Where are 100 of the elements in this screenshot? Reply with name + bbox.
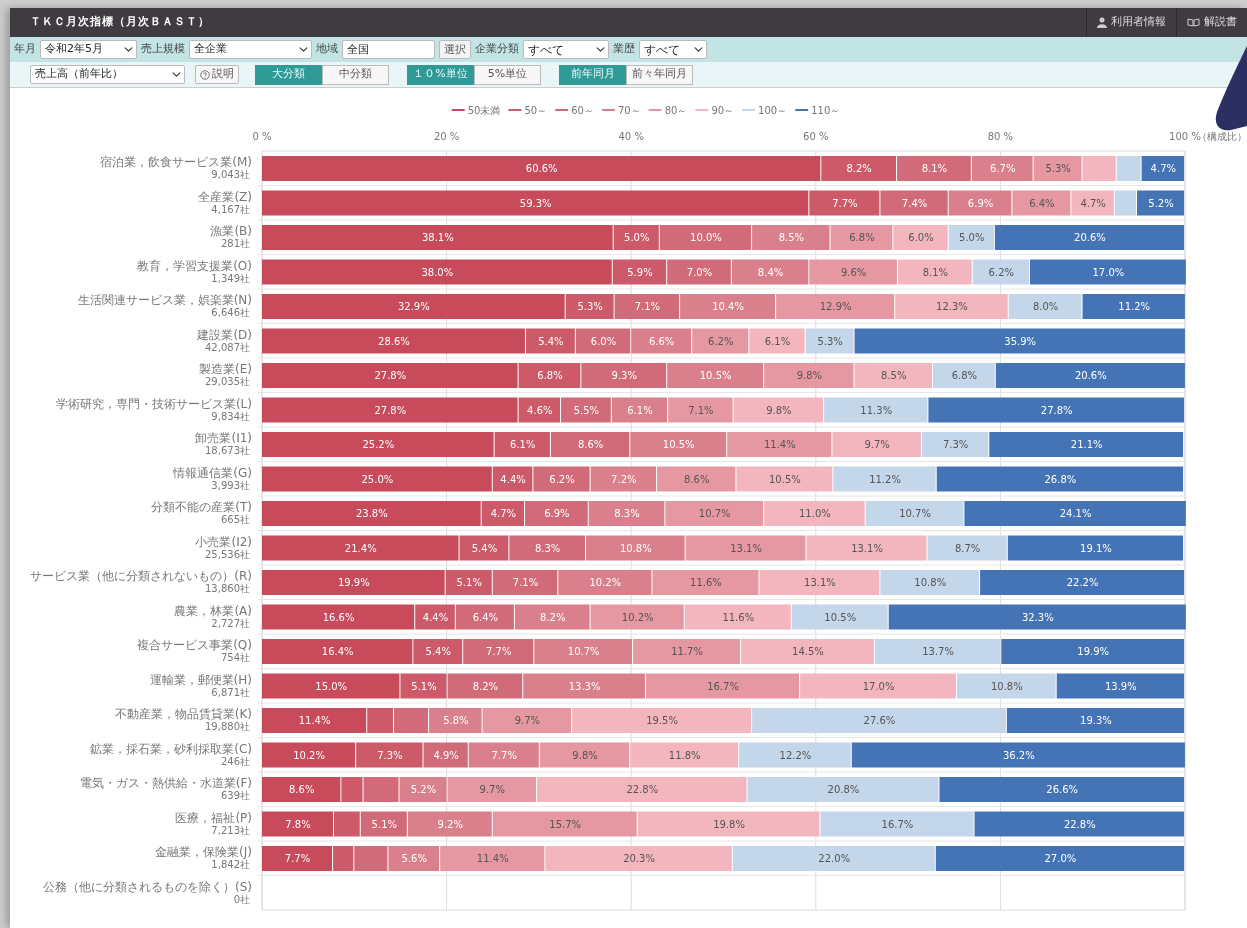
bar-segment — [492, 570, 558, 595]
data-label: 12.3% — [936, 301, 968, 312]
select-field[interactable]: 令和2年5月 — [40, 40, 137, 59]
data-label: 10.4% — [712, 301, 744, 312]
data-label: 4.7% — [1150, 163, 1176, 174]
header-link[interactable]: 解説書 — [1204, 14, 1237, 31]
company-count: 665社 — [220, 514, 250, 526]
data-label: 19.9% — [337, 577, 370, 588]
category-label: 情報通信業(G) — [173, 465, 252, 480]
filter-label: 年月 — [14, 41, 36, 58]
data-label: 7.7% — [284, 853, 311, 864]
data-label: 8.6% — [289, 784, 315, 795]
data-label: 5.0% — [959, 232, 985, 243]
select-field[interactable]: すべて — [523, 40, 609, 59]
data-label: 5.6% — [401, 853, 427, 864]
data-label: 8.2% — [540, 611, 566, 623]
toggle-button[interactable]: 中分類 — [322, 64, 389, 85]
data-label: 12.2% — [779, 749, 812, 761]
help-button[interactable]: 説明 — [195, 65, 239, 84]
data-label: 4.4% — [500, 473, 526, 485]
data-label: 19.3% — [1080, 715, 1112, 726]
data-label: 21.4% — [344, 542, 377, 554]
data-label: 12.9% — [819, 301, 852, 312]
company-count: 246社 — [220, 755, 250, 767]
data-label: 6.9% — [967, 197, 994, 209]
data-label: 22.8% — [1063, 818, 1096, 830]
data-label: 38.1% — [421, 232, 454, 243]
data-label: 9.8% — [766, 404, 792, 416]
data-label: 4.6% — [527, 404, 553, 416]
app-title: ＴＫＣ月次指標（月次ＢＡＳＴ） — [29, 14, 210, 31]
company-count: 18,673社 — [205, 445, 250, 457]
data-label: 27.8% — [374, 404, 407, 416]
category-label: 卸売業(I1) — [195, 431, 252, 446]
select-field[interactable]: 売上高（前年比） — [30, 65, 185, 84]
data-label: 6.4% — [1029, 197, 1055, 209]
data-label: 27.0% — [1044, 853, 1077, 864]
data-label: 19.9% — [1077, 646, 1110, 657]
company-count: 42,087社 — [205, 341, 250, 353]
data-label: 6.8% — [849, 232, 875, 243]
axis-tick-label: 80 % — [987, 131, 1014, 142]
data-label: 16.4% — [321, 646, 354, 657]
data-label: 10.8% — [619, 542, 652, 554]
company-count: 29,035社 — [205, 376, 250, 388]
company-count: 25,536社 — [205, 548, 250, 560]
bar-segment — [611, 397, 668, 423]
bar-segment — [631, 328, 692, 354]
data-label: 7.7% — [486, 646, 512, 657]
bar-segment — [893, 225, 948, 250]
bar-segment — [880, 190, 948, 216]
category-label: 製造業(E) — [199, 362, 252, 377]
text-field[interactable]: 全国 — [342, 40, 435, 59]
data-label: 7.2% — [611, 473, 637, 485]
data-label: 6.2% — [708, 335, 734, 347]
help-icon — [200, 69, 210, 80]
filter-label: 地域 — [316, 41, 338, 58]
data-label: 10.7% — [698, 508, 731, 519]
toggle-button[interactable]: 5%単位 — [474, 64, 541, 85]
legend-label: 50未満 — [467, 105, 501, 116]
select-field[interactable]: すべて — [639, 40, 707, 59]
bar-segment — [1012, 190, 1071, 216]
data-label: 35.9% — [1004, 335, 1037, 347]
data-label: 11.7% — [671, 646, 703, 657]
select-button[interactable]: 選択 — [439, 40, 471, 59]
category-label: 学術研究，専門・技術サービス業(L) — [55, 396, 252, 411]
data-label: 6.7% — [990, 163, 1016, 174]
data-label: 6.0% — [908, 232, 934, 243]
company-count: 6,871社 — [211, 686, 250, 698]
data-label: 13.1% — [804, 577, 836, 588]
data-label: 8.6% — [684, 473, 710, 485]
data-label: 10.8% — [990, 680, 1023, 692]
data-label: 17.0% — [1092, 266, 1125, 278]
data-label: 19.5% — [646, 715, 678, 726]
data-label: 6.8% — [537, 370, 563, 381]
category-label: 漁業(B) — [210, 224, 252, 239]
data-label: 7.7% — [832, 197, 858, 209]
select-field[interactable]: 全企業 — [189, 40, 312, 59]
data-label: 5.1% — [371, 818, 397, 830]
data-label: 7.1% — [634, 301, 661, 312]
company-count: 9,043社 — [211, 169, 250, 181]
legend-label: 110～ — [811, 105, 841, 116]
toggle-button[interactable]: 前々年同月 — [626, 64, 693, 85]
data-label: 8.1% — [922, 266, 949, 278]
data-label: 8.3% — [614, 508, 640, 519]
company-count: 19,880社 — [205, 721, 250, 733]
data-label: 27.8% — [374, 370, 407, 381]
bar-segment — [667, 259, 731, 285]
data-label: 4.4% — [422, 611, 449, 623]
bar-segment — [830, 225, 893, 250]
data-label: 11.2% — [1118, 301, 1151, 312]
data-label: 6.4% — [472, 611, 499, 623]
data-label: 10.2% — [589, 577, 622, 588]
data-label: 5.0% — [624, 232, 650, 243]
data-label: 13.9% — [1104, 680, 1137, 692]
data-label: 11.8% — [668, 749, 701, 761]
data-label: 7.3% — [377, 749, 403, 761]
data-label: 5.3% — [1045, 163, 1071, 174]
data-label: 10.5% — [699, 370, 732, 381]
data-label: 7.0% — [686, 266, 713, 278]
data-label: 8.1% — [921, 163, 948, 174]
header-link[interactable]: 利用者情報 — [1111, 14, 1166, 31]
